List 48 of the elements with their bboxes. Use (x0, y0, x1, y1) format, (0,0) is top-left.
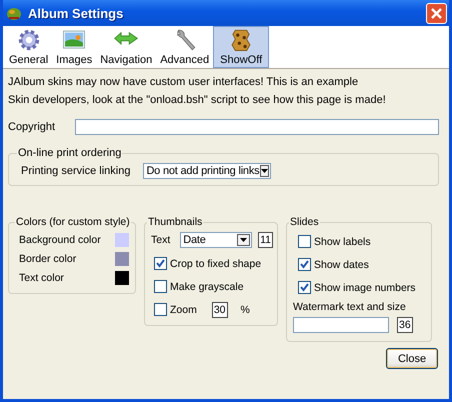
color-label: Text color (19, 272, 64, 284)
checkbox-label: Make grayscale (170, 280, 244, 292)
group-title: Slides (289, 216, 320, 228)
watermark-field[interactable] (293, 317, 389, 333)
size-field[interactable]: 36 (397, 317, 413, 333)
color-label: Border color (19, 252, 76, 264)
close-icon (431, 8, 442, 18)
checkbox-label: Zoom (170, 304, 197, 316)
caret-icon (261, 169, 268, 173)
tab[interactable]: Advanced (156, 26, 214, 68)
close-button[interactable] (426, 2, 447, 24)
checkbox-label: Crop to fixed shape (170, 258, 262, 270)
tab[interactable]: Images (52, 26, 96, 68)
checkbox[interactable] (154, 280, 167, 293)
tab[interactable]: ShowOff (213, 26, 270, 68)
unit-label: % (240, 304, 250, 316)
dropdown[interactable]: Date (180, 232, 252, 248)
size-field[interactable]: 11 (258, 232, 273, 248)
field-label: Printing service linking (21, 165, 130, 177)
color-label: Background color (19, 234, 101, 246)
field-label: Watermark text and size (293, 301, 407, 313)
color-swatch[interactable] (115, 270, 129, 284)
window-title: Album Settings (28, 6, 124, 20)
close-button[interactable]: Close (386, 348, 438, 369)
checkbox-label: Show labels (314, 236, 371, 248)
color-swatch[interactable] (115, 232, 129, 246)
checkbox[interactable] (154, 257, 167, 270)
info-text: Skin developers, look at the "onload.bsh" script to see how this page is made! (8, 93, 387, 108)
color-swatch[interactable] (115, 252, 129, 266)
field-label: Copyright (8, 121, 56, 133)
tab[interactable]: Navigation (96, 26, 156, 68)
copyright-field[interactable] (75, 119, 439, 135)
checkbox-label: Show image numbers (314, 282, 416, 294)
group-title: On-line print ordering (17, 147, 122, 159)
checkbox[interactable] (154, 303, 167, 316)
app-icon (6, 5, 22, 21)
group-title: Colors (for custom style) (15, 216, 131, 228)
checkbox[interactable] (298, 281, 311, 294)
checkbox-label: Show dates (314, 258, 369, 270)
checkbox[interactable] (298, 258, 311, 271)
field-label: Text (151, 234, 170, 246)
group-title: Thumbnails (147, 216, 204, 228)
dropdown[interactable]: Do not add printing links (143, 163, 272, 179)
caret-icon (240, 238, 248, 242)
info-text: JAlbum skins may now have custom user interfaces! This is an example (8, 75, 360, 90)
checkbox[interactable] (298, 235, 311, 248)
tab[interactable]: General (5, 26, 52, 68)
size-field[interactable]: 30 (212, 302, 228, 318)
